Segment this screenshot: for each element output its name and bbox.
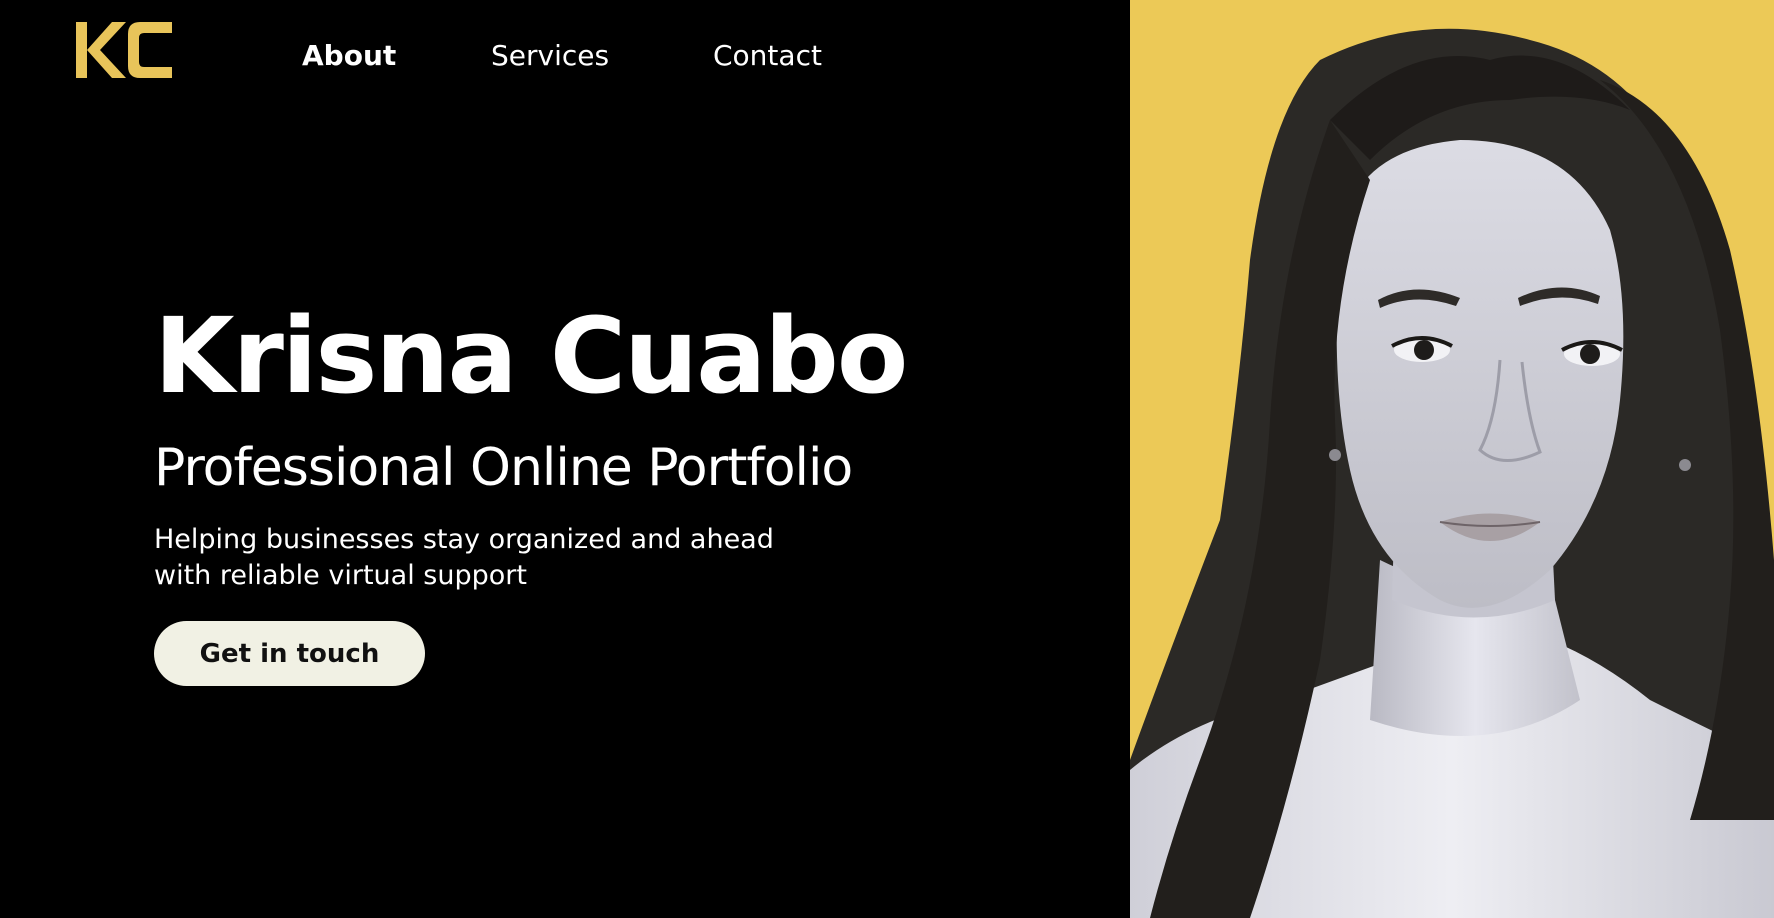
portrait-panel [1130,0,1774,918]
right-pupil [1580,344,1600,364]
nav-link-about[interactable]: About [302,36,396,76]
portrait-image [1130,28,1774,918]
logo-mark-icon [76,22,172,78]
left-earring [1329,449,1341,461]
get-in-touch-button[interactable]: Get in touch [154,621,425,686]
hero-tagline: Helping businesses stay organized and ah… [154,524,774,591]
right-earring [1679,459,1691,471]
page: About Services Contact Krisna Cuabo Prof… [0,0,1774,918]
nav-link-services[interactable]: Services [491,36,609,76]
hero-section: About Services Contact Krisna Cuabo Prof… [0,0,1130,918]
hero-name: Krisna Cuabo [154,295,908,417]
nav-link-contact[interactable]: Contact [713,36,822,76]
hero-subtitle: Professional Online Portfolio [154,438,853,498]
logo[interactable] [76,22,172,78]
left-pupil [1414,340,1434,360]
